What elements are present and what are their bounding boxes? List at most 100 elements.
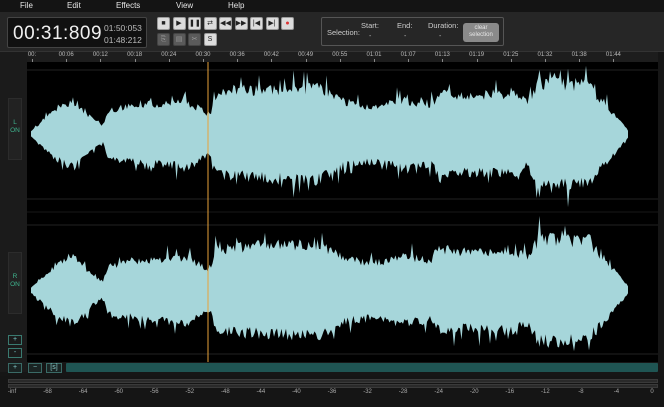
meter-tick-label: -4 — [613, 389, 620, 395]
skip-back-button[interactable]: |◀ — [250, 17, 263, 30]
horizontal-scrollbar[interactable] — [66, 363, 658, 372]
meter-tick-label: -20 — [469, 389, 479, 395]
meter-tick-label: -36 — [327, 389, 337, 395]
loop-icon: ⇄ — [207, 20, 213, 27]
play-icon: ▶ — [176, 20, 182, 27]
timeline-tick-label: 00:24 — [161, 52, 177, 58]
timeline-tick-label: 00:55 — [332, 52, 348, 58]
meter-tick-label: -64 — [78, 389, 88, 395]
level-meter: -inf -68 -64 -60 -56 -52 -48 -44 -4 0 -36 -32 -28 -24… — [0, 376, 664, 407]
clear-selection-button[interactable]: clear selection — [463, 23, 499, 42]
meter-right-bar — [8, 384, 658, 388]
waveform-canvas[interactable] — [27, 62, 658, 362]
copy-button[interactable]: ⎘ — [157, 33, 170, 46]
meter-tick-label: -inf — [7, 389, 17, 395]
current-time: 00:31:809 — [13, 23, 103, 44]
channel-strip: L ON R ON + - — [0, 52, 27, 372]
menu-help[interactable]: Help — [228, 1, 244, 10]
rewind-icon: ◀◀ — [220, 20, 231, 27]
duration-label: Duration: — [428, 21, 459, 30]
meter-tick-label: -44 — [256, 389, 266, 395]
silence-button[interactable]: S — [203, 33, 217, 46]
channel-left-toggle[interactable]: L ON — [8, 98, 22, 160]
record-button[interactable]: ● — [281, 17, 294, 30]
channel-left-letter: L — [13, 119, 17, 126]
start-label: Start: — [361, 21, 379, 30]
meter-tick-label: -28 — [398, 389, 408, 395]
skip-back-icon: |◀ — [252, 20, 261, 27]
selection-label: Selection: — [327, 28, 360, 37]
duration-value: - — [439, 33, 442, 40]
meter-tick-label: -68 — [43, 389, 52, 395]
timeline-tick-label: 00:30 — [195, 52, 211, 58]
timeline-ruler[interactable]: 00: 00:06 00:12 00:18 00:24 00:30 00:36 00:42 00… — [27, 52, 658, 62]
timeline-tick-label: 00:06 — [58, 52, 74, 58]
menu-edit[interactable]: Edit — [67, 1, 81, 10]
silence-icon: S — [207, 36, 213, 43]
waveform-left-channel — [31, 65, 628, 208]
meter-tick-label: -52 — [185, 389, 195, 395]
loop-button[interactable]: ⇄ — [203, 17, 217, 30]
timeline-tick-label: 01:01 — [366, 52, 382, 58]
timeline-tick-label: 01:19 — [469, 52, 485, 58]
menu-bar: File Edit Effects View Help — [0, 0, 664, 12]
play-button[interactable]: ▶ — [172, 17, 186, 30]
meter-tick-label: -32 — [363, 389, 372, 395]
end-value: - — [404, 33, 407, 40]
timeline-tick-label: 01:38 — [571, 52, 587, 58]
skip-forward-icon: ▶| — [268, 20, 276, 27]
menu-effects[interactable]: Effects — [116, 1, 140, 10]
timeline-tick-label: 01:25 — [503, 52, 519, 58]
timeline-tick-label: 00:12 — [92, 52, 108, 58]
meter-tick-label: -48 — [220, 389, 230, 395]
pause-button[interactable]: ❚❚ — [188, 17, 201, 30]
skip-forward-button[interactable]: ▶| — [265, 17, 279, 30]
record-icon: ● — [285, 20, 290, 27]
timeline-tick-label: 00:18 — [127, 52, 143, 58]
channel-right-state: ON — [10, 281, 20, 288]
channel-right-toggle[interactable]: R ON — [8, 252, 22, 314]
cut-button[interactable]: ✂ — [188, 33, 201, 46]
fast-forward-button[interactable]: ▶▶ — [234, 17, 248, 30]
channel-left-state: ON — [10, 127, 20, 134]
zoom-in-button[interactable]: + — [8, 335, 22, 345]
channel-right-letter: R — [12, 273, 18, 280]
cut-icon: ✂ — [191, 36, 198, 43]
meter-left-bar — [8, 379, 658, 383]
rewind-button[interactable]: ◀◀ — [219, 17, 232, 30]
timeline-tick-label: 00: — [27, 52, 37, 58]
meter-tick-label: -24 — [434, 389, 443, 395]
meter-tick-label: -12 — [540, 389, 550, 395]
timeline-tick-label: 00:36 — [229, 52, 245, 58]
scroll-row: + − [s] — [8, 362, 658, 374]
waveform-svg — [27, 62, 658, 362]
stop-button[interactable]: ■ — [157, 17, 170, 30]
meter-tick-label: -16 — [505, 389, 515, 395]
start-value: - — [369, 33, 372, 40]
meter-tick-label: 0 — [650, 389, 654, 395]
timeline-tick-label: 01:32 — [537, 52, 553, 58]
timeline-tick-label: 00:49 — [298, 52, 314, 58]
end-label: End: — [397, 21, 413, 30]
timeline-tick-label: 00:42 — [263, 52, 279, 58]
fast-forward-icon: ▶▶ — [235, 20, 247, 27]
zoom-out-button[interactable]: - — [8, 348, 22, 358]
view-zoom-in-button[interactable]: + — [8, 363, 22, 373]
paste-button[interactable]: ▤ — [172, 33, 186, 46]
timeline-tick-label: 01:44 — [605, 52, 621, 58]
view-zoom-out-button[interactable]: − — [28, 363, 42, 373]
meter-tick-label: -60 — [114, 389, 123, 395]
meter-tick-label: -8 — [578, 389, 584, 395]
menu-view[interactable]: View — [176, 1, 193, 10]
zoom-selection-button[interactable]: [s] — [46, 363, 62, 373]
copy-icon: ⎘ — [160, 36, 167, 43]
timeline-tick-label: 01:07 — [400, 52, 416, 58]
time-display: 00:31:809 01:50:053 01:48:212 — [7, 17, 147, 48]
meter-tick-label: -56 — [149, 389, 159, 395]
stop-icon: ■ — [161, 20, 166, 27]
paste-icon: ▤ — [175, 36, 183, 43]
timeline-tick-label: 01:13 — [434, 52, 450, 58]
total-duration: 01:50:053 — [104, 23, 142, 33]
selection-panel: Selection: Start: - End: - Duration: - c… — [321, 17, 504, 46]
menu-file[interactable]: File — [20, 1, 33, 10]
